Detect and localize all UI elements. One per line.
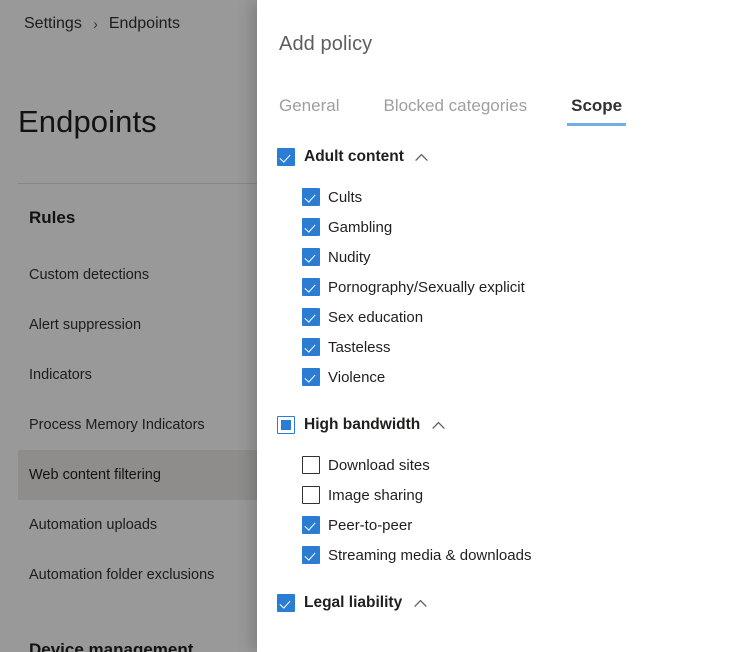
checkbox-download-sites[interactable] xyxy=(302,456,320,474)
category-label-gambling: Gambling xyxy=(328,218,393,236)
checkbox-violence[interactable] xyxy=(302,368,320,386)
category-label-streaming-media-downloads: Streaming media & downloads xyxy=(328,546,532,564)
checkbox-tasteless[interactable] xyxy=(302,338,320,356)
category-item-download-sites[interactable]: Download sites xyxy=(257,450,737,480)
chevron-up-icon[interactable] xyxy=(413,596,427,610)
category-group-high-bandwidth: High bandwidth Download sites Image shar… xyxy=(257,410,737,570)
scope-category-tree: Adult content Cults Gambling Nudity Porn… xyxy=(257,142,737,652)
checkbox-high-bandwidth[interactable] xyxy=(277,416,295,434)
category-group-header-high-bandwidth[interactable]: High bandwidth xyxy=(257,410,737,440)
breadcrumb-item-endpoints[interactable]: Endpoints xyxy=(109,15,180,33)
breadcrumb: Settings › Endpoints xyxy=(24,15,180,33)
sidebar-item-process-memory-indicators[interactable]: Process Memory Indicators xyxy=(0,400,257,450)
category-group-header-adult-content[interactable]: Adult content xyxy=(257,142,737,172)
category-item-gambling[interactable]: Gambling xyxy=(257,212,737,242)
checkbox-streaming-media-downloads[interactable] xyxy=(302,546,320,564)
checkbox-sex-education[interactable] xyxy=(302,308,320,326)
panel-title: Add policy xyxy=(279,33,373,55)
category-group-label-adult-content: Adult content xyxy=(304,148,404,165)
checkbox-nudity[interactable] xyxy=(302,248,320,266)
category-label-nudity: Nudity xyxy=(328,248,371,266)
checkbox-adult-content[interactable] xyxy=(277,148,295,166)
settings-nav-list: Custom detections Alert suppression Indi… xyxy=(0,250,318,600)
category-label-image-sharing: Image sharing xyxy=(328,486,424,504)
category-children-high-bandwidth: Download sites Image sharing Peer-to-pee… xyxy=(257,440,737,570)
tab-blocked-categories[interactable]: Blocked categories xyxy=(383,96,527,126)
sidebar-item-alert-suppression[interactable]: Alert suppression xyxy=(0,300,257,350)
sidebar-item-automation-folder-exclusions[interactable]: Automation folder exclusions xyxy=(0,550,257,600)
checkbox-legal-liability[interactable] xyxy=(277,594,295,612)
category-item-sex-education[interactable]: Sex education xyxy=(257,302,737,332)
breadcrumb-item-settings[interactable]: Settings xyxy=(24,15,82,33)
checkbox-gambling[interactable] xyxy=(302,218,320,236)
category-group-label-legal-liability: Legal liability xyxy=(304,594,403,611)
category-label-peer-to-peer: Peer-to-peer xyxy=(328,516,413,534)
sidebar-item-custom-detections[interactable]: Custom detections xyxy=(0,250,257,300)
category-item-violence[interactable]: Violence xyxy=(257,362,737,392)
category-item-peer-to-peer[interactable]: Peer-to-peer xyxy=(257,510,737,540)
app-root: Settings › Endpoints Endpoints Rules Cus… xyxy=(0,0,737,652)
category-group-header-legal-liability[interactable]: Legal liability xyxy=(257,588,737,618)
checkbox-cults[interactable] xyxy=(302,188,320,206)
chevron-up-icon[interactable] xyxy=(431,418,445,432)
page-title: Endpoints xyxy=(18,104,157,139)
tab-scope[interactable]: Scope xyxy=(567,96,627,126)
category-children-adult-content: Cults Gambling Nudity Pornography/Sexual… xyxy=(257,172,737,392)
panel-tabs: General Blocked categories Scope xyxy=(279,84,737,126)
checkbox-image-sharing[interactable] xyxy=(302,486,320,504)
category-item-image-sharing[interactable]: Image sharing xyxy=(257,480,737,510)
category-item-pornography-sexually-explicit[interactable]: Pornography/Sexually explicit xyxy=(257,272,737,302)
checkbox-peer-to-peer[interactable] xyxy=(302,516,320,534)
category-label-violence: Violence xyxy=(328,368,386,386)
category-item-nudity[interactable]: Nudity xyxy=(257,242,737,272)
nav-section-heading-device-management: Device management xyxy=(29,640,194,652)
chevron-up-icon[interactable] xyxy=(415,150,429,164)
category-group-label-high-bandwidth: High bandwidth xyxy=(304,416,421,433)
category-label-tasteless: Tasteless xyxy=(328,338,391,356)
tab-general[interactable]: General xyxy=(279,96,339,126)
category-item-tasteless[interactable]: Tasteless xyxy=(257,332,737,362)
checkbox-pornography-sexually-explicit[interactable] xyxy=(302,278,320,296)
add-policy-panel: Add policy General Blocked categories Sc… xyxy=(257,0,737,652)
category-label-download-sites: Download sites xyxy=(328,456,430,474)
category-label-pornography-sexually-explicit: Pornography/Sexually explicit xyxy=(328,278,525,296)
category-group-legal-liability: Legal liability xyxy=(257,588,737,618)
nav-section-heading-rules: Rules xyxy=(29,208,76,227)
sidebar-item-automation-uploads[interactable]: Automation uploads xyxy=(0,500,257,550)
sidebar-item-indicators[interactable]: Indicators xyxy=(0,350,257,400)
category-item-streaming-media-downloads[interactable]: Streaming media & downloads xyxy=(257,540,737,570)
category-label-sex-education: Sex education xyxy=(328,308,424,326)
category-label-cults: Cults xyxy=(328,188,363,206)
breadcrumb-separator-icon: › xyxy=(93,15,98,33)
category-item-cults[interactable]: Cults xyxy=(257,182,737,212)
category-group-adult-content: Adult content Cults Gambling Nudity Porn… xyxy=(257,142,737,392)
